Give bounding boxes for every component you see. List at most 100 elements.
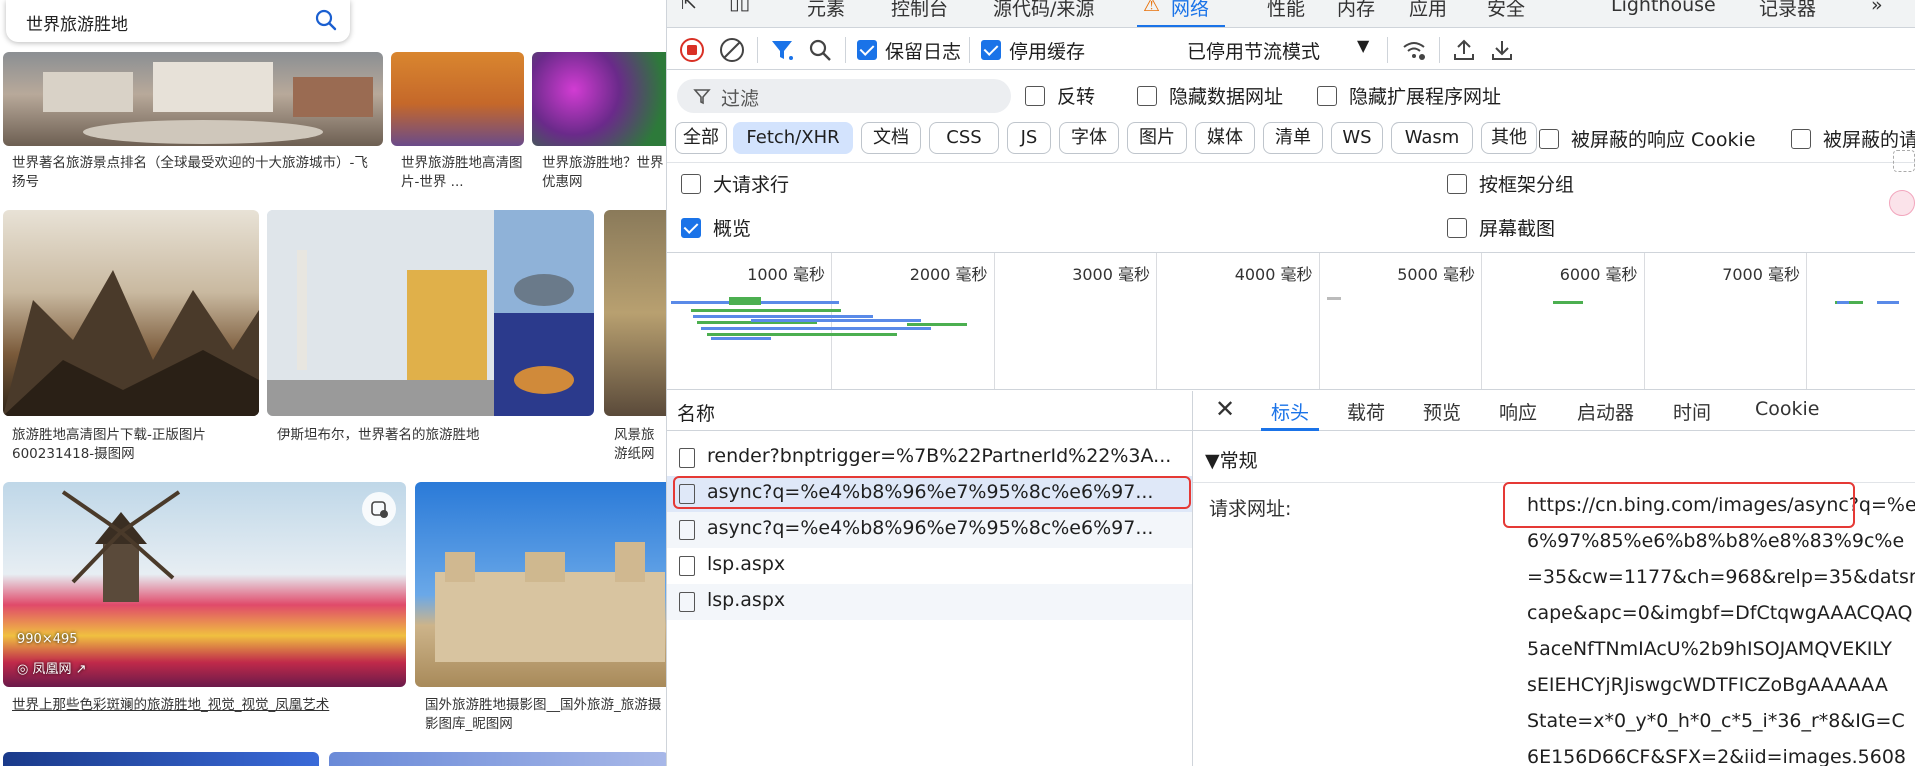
tab-network[interactable]: 网络 — [1171, 0, 1209, 21]
tab-sources[interactable]: 源代码/来源 — [993, 0, 1094, 21]
request-row[interactable]: render?bnptrigger=%7B%22PartnerId%22%3A.… — [667, 440, 1192, 476]
upload-icon[interactable] — [1451, 37, 1477, 63]
request-row[interactable]: lsp.aspx — [667, 548, 1192, 584]
hide-data-urls-checkbox[interactable] — [1137, 86, 1157, 106]
pane-divider[interactable] — [1192, 391, 1193, 766]
more-tabs-button[interactable]: » — [1871, 0, 1883, 16]
result-image-bottom-2[interactable] — [329, 752, 666, 766]
blocked-cookies-checkbox[interactable] — [1539, 129, 1559, 149]
type-filter-chip[interactable]: 图片 — [1127, 122, 1187, 154]
tab-preview[interactable]: 预览 — [1423, 398, 1461, 425]
tab-application[interactable]: 应用 — [1409, 0, 1447, 21]
type-filter-chip[interactable]: Wasm — [1391, 122, 1473, 154]
result-caption[interactable]: 伊斯坦布尔，世界著名的旅游胜地 — [277, 426, 577, 446]
result-image-lights[interactable] — [532, 52, 666, 146]
tab-security[interactable]: 安全 — [1487, 0, 1525, 21]
result-caption[interactable]: 世界著名旅游景点排名（全球最受欢迎的十大旅游城市）-飞扬号 — [12, 154, 372, 194]
tab-response[interactable]: 响应 — [1499, 398, 1537, 425]
request-row[interactable]: async?q=%e4%b8%96%e7%95%8c%e6%97... — [667, 512, 1192, 548]
result-caption[interactable]: 世界上那些色彩斑斓的旅游胜地_视觉_视觉_凤凰艺术 — [12, 696, 412, 716]
tab-initiator[interactable]: 启动器 — [1577, 398, 1634, 425]
search-query[interactable]: 世界旅游胜地 — [26, 10, 128, 35]
tab-elements[interactable]: 元素 — [807, 0, 845, 21]
timeline-gridline — [1481, 253, 1482, 389]
tab-performance[interactable]: 性能 — [1267, 0, 1305, 21]
group-by-frame-checkbox[interactable] — [1447, 174, 1467, 194]
tab-timing[interactable]: 时间 — [1673, 398, 1711, 425]
search-icon[interactable] — [314, 8, 338, 32]
type-filter-chip[interactable]: WS — [1331, 122, 1383, 154]
request-url-line[interactable]: =35&cw=1177&ch=968&relp=35&datsrc — [1527, 566, 1915, 588]
throttle-select[interactable]: 已停用节流模式 — [1187, 37, 1320, 64]
request-url-line[interactable]: cape&apc=0&imgbf=DfCtqwgAAACQAQ — [1527, 602, 1912, 624]
disable-cache-checkbox[interactable] — [981, 40, 1001, 60]
type-filter-chip[interactable]: Fetch/XHR — [733, 122, 853, 154]
waterfall-bar — [693, 315, 873, 318]
cursor-select-icon[interactable]: ⇱ — [681, 0, 697, 14]
type-filter-chip[interactable]: JS — [1007, 122, 1051, 154]
request-row[interactable]: lsp.aspx — [667, 584, 1192, 620]
network-overview-timeline[interactable]: 1000 毫秒 2000 毫秒 3000 毫秒 4000 毫秒 5000 毫秒 6000 … — [667, 252, 1915, 390]
tab-console[interactable]: 控制台 — [891, 0, 948, 21]
name-column-header[interactable]: 名称 — [667, 391, 1192, 431]
result-image-istanbul[interactable] — [267, 210, 594, 416]
type-filter-chip[interactable]: 媒体 — [1195, 122, 1255, 154]
visual-search-button[interactable] — [362, 492, 396, 526]
download-icon[interactable] — [1489, 37, 1515, 63]
assistant-icon[interactable] — [1889, 190, 1915, 216]
result-image-coast[interactable] — [604, 210, 666, 416]
type-filter-chip[interactable]: 全部 — [675, 122, 727, 154]
request-url-line[interactable]: 5aceNfTNmIAcU%2b9hISOJAMQVEKILY — [1527, 638, 1892, 660]
invert-checkbox[interactable] — [1025, 86, 1045, 106]
result-caption[interactable]: 国外旅游胜地摄影图__国外旅游_旅游摄影图库_昵图网 — [425, 696, 666, 736]
filter-icon[interactable] — [769, 37, 795, 63]
preserve-log-checkbox[interactable] — [857, 40, 877, 60]
result-image-rome[interactable] — [3, 52, 383, 146]
chevron-down-icon[interactable]: ▼ — [1357, 36, 1369, 55]
type-filter-chip[interactable]: 其他 — [1481, 122, 1537, 154]
type-filter-chip[interactable]: 清单 — [1263, 122, 1323, 154]
result-image-castle[interactable] — [415, 482, 666, 687]
result-image-mountains[interactable] — [3, 210, 259, 416]
result-caption[interactable]: 世界旅游胜地高清图片-世界 ... — [401, 154, 526, 194]
tab-recorder[interactable]: 记录器 — [1759, 0, 1816, 21]
active-tab-indicator — [1137, 25, 1225, 27]
request-url-line[interactable]: 6E156D66CF&SFX=2&iid=images.5608 — [1527, 746, 1906, 766]
overview-checkbox[interactable] — [681, 218, 701, 238]
image-source-badge[interactable]: ◎ 凤凰网 ↗ — [17, 658, 87, 677]
request-url-line[interactable]: 6%97%85%e6%b8%b8%e8%83%9c%e — [1527, 530, 1904, 552]
tab-cookies[interactable]: Cookie — [1755, 398, 1820, 420]
hide-extension-urls-checkbox[interactable] — [1317, 86, 1337, 106]
toolbar-divider — [1387, 37, 1388, 63]
record-stop-icon[interactable] — [679, 37, 705, 63]
clear-icon[interactable] — [719, 37, 745, 63]
network-conditions-icon[interactable] — [1401, 37, 1427, 63]
tab-payload[interactable]: 载荷 — [1347, 398, 1385, 425]
type-filter-chip[interactable]: CSS — [929, 122, 999, 154]
big-rows-checkbox[interactable] — [681, 174, 701, 194]
search-icon[interactable] — [807, 37, 833, 63]
result-caption[interactable]: 风景旅游纸网 — [614, 426, 666, 466]
close-icon[interactable]: ✕ — [1215, 395, 1235, 423]
result-image-bridge[interactable] — [391, 52, 524, 146]
blocked-requests-checkbox[interactable] — [1791, 129, 1811, 149]
filter-input[interactable]: 过滤 — [677, 79, 1011, 113]
timeline-tick-label: 2000 毫秒 — [909, 265, 988, 284]
request-url-line[interactable]: sEIEHCYjRJiswgcWDTFICZoBgAAAAAA — [1527, 674, 1888, 696]
tab-headers[interactable]: 标头 — [1271, 398, 1309, 425]
type-filter-chip[interactable]: 字体 — [1059, 122, 1119, 154]
device-toggle-icon[interactable]: ▯▯ — [729, 0, 750, 14]
general-section-header[interactable]: ▼常规 — [1205, 446, 1258, 473]
request-url-line[interactable]: State=x*0_y*0_h*0_c*5_i*36_r*8&IG=C — [1527, 710, 1905, 732]
type-filter-chip[interactable]: 文档 — [861, 122, 921, 154]
search-box[interactable]: 世界旅游胜地 — [6, 0, 350, 42]
result-caption[interactable]: 世界旅游胜地？世界优惠网 — [542, 154, 666, 194]
result-image-tulips[interactable]: 990×495 ◎ 凤凰网 ↗ — [3, 482, 406, 687]
side-panel-icon[interactable] — [1893, 150, 1915, 172]
screenshots-checkbox[interactable] — [1447, 218, 1467, 238]
result-caption[interactable]: 旅游胜地高清图片下载-正版图片600231418-摄图网 — [12, 426, 252, 466]
tab-lighthouse[interactable]: Lighthouse — [1611, 0, 1716, 16]
request-name: lsp.aspx — [707, 589, 786, 611]
tab-memory[interactable]: 内存 — [1337, 0, 1375, 21]
result-image-bottom-1[interactable] — [3, 752, 319, 766]
